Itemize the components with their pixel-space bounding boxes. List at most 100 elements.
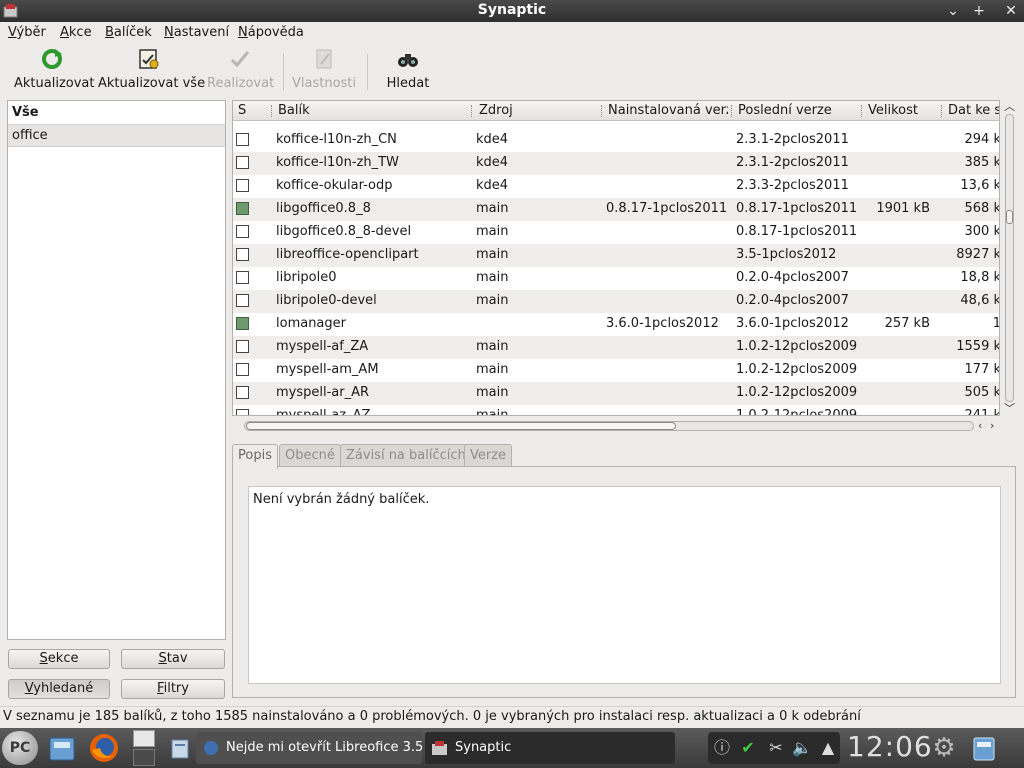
package-status-checkbox[interactable]	[236, 271, 249, 284]
maximize-button[interactable]: +	[968, 1, 990, 21]
table-row[interactable]: libreoffice-openclipart main 3.5-1pclos201…	[233, 244, 999, 267]
filters-button[interactable]: Filtry	[121, 679, 225, 699]
column-package[interactable]: Balík	[278, 103, 468, 118]
package-status-checkbox[interactable]	[236, 179, 249, 192]
info-icon[interactable]: ⓘ	[712, 738, 732, 758]
firefox-icon[interactable]	[88, 732, 120, 764]
column-installed-version[interactable]: Nainstalovaná verze	[608, 103, 728, 118]
package-status-checkbox[interactable]	[236, 409, 249, 415]
package-status-checkbox[interactable]	[236, 294, 249, 307]
table-row[interactable]: myspell-az_AZ main 1.0.2-12pclos2009 241 k	[233, 405, 1000, 416]
sections-button[interactable]: Sekce	[8, 649, 110, 669]
package-source: kde4	[476, 155, 509, 170]
scroll-right-icon[interactable]: ›	[990, 419, 994, 432]
package-status-checkbox[interactable]	[236, 363, 249, 376]
package-download-size: 13,6 k	[960, 178, 1000, 193]
package-download-size: 241 k	[964, 408, 1000, 416]
scissors-icon[interactable]: ✂	[766, 738, 786, 758]
section-item-office[interactable]: office	[8, 125, 225, 147]
minimize-button[interactable]: ⌄	[942, 1, 964, 21]
column-size[interactable]: Velikost	[868, 103, 938, 118]
apply-button[interactable]: Realizovat	[207, 48, 274, 94]
package-status-checkbox[interactable]	[236, 225, 249, 238]
table-row[interactable]: myspell-af_ZA main 1.0.2-12pclos2009 1559 k	[233, 336, 999, 359]
settings-gear-icon[interactable]: ⚙	[930, 734, 958, 762]
column-latest-version[interactable]: Poslední verze	[738, 103, 860, 118]
package-name: libreoffice-openclipart	[276, 247, 419, 262]
column-download-size[interactable]: Dat ke s	[948, 103, 999, 118]
column-separator	[731, 105, 732, 117]
column-source[interactable]: Zdroj	[479, 103, 599, 118]
table-row[interactable]: myspell-am_AM main 1.0.2-12pclos2009 177 k	[233, 359, 1000, 382]
table-row[interactable]: koffice-l10n-zh_CN kde4 2.3.1-2pclos2011 29…	[233, 129, 999, 152]
menu-napoveda[interactable]: Nápověda	[238, 25, 304, 40]
column-separator	[601, 105, 602, 117]
vertical-scrollbar[interactable]: ︿ ﹀	[1002, 100, 1016, 416]
tab-dependencies[interactable]: Závisí na balíčcích	[340, 444, 472, 468]
search-button[interactable]: Hledat	[384, 48, 432, 94]
package-name: koffice-l10n-zh_CN	[276, 132, 397, 147]
package-rows: koffice-l10n-zh_CN kde4 2.3.1-2pclos2011 29…	[233, 129, 1000, 416]
expand-tray-icon[interactable]: ▲	[818, 738, 838, 758]
package-latest-version: 0.8.17-1pclos2011	[736, 201, 858, 216]
package-status-checkbox[interactable]	[236, 156, 249, 169]
binoculars-icon	[398, 54, 418, 67]
package-status-checkbox[interactable]	[236, 386, 249, 399]
table-row[interactable]: koffice-l10n-zh_TW kde4 2.3.1-2pclos2011 38…	[233, 152, 999, 175]
package-download-size: 177 k	[964, 362, 1000, 377]
package-name: lomanager	[276, 316, 346, 331]
menu-nastaveni[interactable]: Nastavení	[164, 25, 229, 40]
package-status-checkbox[interactable]	[236, 317, 249, 330]
desktop-pager-2[interactable]	[133, 749, 155, 766]
synaptic-task-icon	[432, 741, 447, 755]
section-list-header[interactable]: Vše	[8, 101, 225, 125]
file-manager-icon[interactable]	[46, 732, 78, 764]
menu-vyber[interactable]: Výběr	[8, 25, 46, 40]
column-status[interactable]: S	[238, 103, 246, 118]
status-button[interactable]: Stav	[121, 649, 225, 669]
search-results-button[interactable]: Vyhledané	[8, 679, 110, 699]
table-row[interactable]: libgoffice0.8_8-devel main 0.8.17-1pclos20…	[233, 221, 999, 244]
scroll-down-icon[interactable]: ﹀	[1004, 400, 1015, 416]
tab-versions[interactable]: Verze	[464, 444, 513, 468]
close-button[interactable]: ✕	[1000, 1, 1022, 21]
task-browser[interactable]: Nejde mi otevřít Libreofice 3.5 -	[196, 732, 422, 764]
refresh-button[interactable]: Aktualizovat	[14, 48, 94, 94]
mark-all-upgrades-button[interactable]: Aktualizovat vše	[98, 48, 205, 94]
package-latest-version: 2.3.3-2pclos2011	[736, 178, 849, 193]
properties-button[interactable]: Vlastnosti	[292, 48, 356, 94]
package-status-checkbox[interactable]	[236, 248, 249, 261]
table-row[interactable]: koffice-okular-odp kde4 2.3.3-2pclos2011 13…	[233, 175, 1000, 198]
clipboard-icon[interactable]	[164, 732, 196, 764]
task-label: Nejde mi otevřít Libreofice 3.5 -	[226, 740, 422, 755]
package-latest-version: 3.6.0-1pclos2012	[736, 316, 849, 331]
menu-akce[interactable]: Akce	[60, 25, 92, 40]
show-desktop-icon[interactable]	[968, 732, 1000, 764]
table-row[interactable]: libripole0 main 0.2.0-4pclos2007 18,8 k	[233, 267, 999, 290]
scroll-thumb[interactable]	[1006, 210, 1013, 224]
package-download-size: 505 k	[964, 385, 1000, 400]
menu-balicek[interactable]: Balíček	[105, 25, 152, 40]
table-row[interactable]: myspell-ar_AR main 1.0.2-12pclos2009 505 k	[233, 382, 1000, 405]
tab-general[interactable]: Obecné	[279, 444, 341, 468]
section-list: Vše office	[7, 100, 226, 640]
check-icon	[230, 51, 250, 68]
package-status-checkbox[interactable]	[236, 133, 249, 146]
scroll-left-icon[interactable]: ‹	[978, 419, 982, 432]
desktop-pager-1[interactable]	[133, 730, 155, 747]
package-status-checkbox[interactable]	[236, 340, 249, 353]
package-latest-version: 0.2.0-4pclos2007	[736, 293, 849, 308]
start-menu-button[interactable]: PC	[2, 731, 38, 765]
horizontal-scrollbar[interactable]: ‹ ›	[232, 419, 1000, 433]
update-ok-icon[interactable]: ✔	[738, 738, 758, 758]
package-status-checkbox[interactable]	[236, 202, 249, 215]
volume-icon[interactable]: 🔈	[792, 738, 812, 758]
table-row[interactable]: libgoffice0.8_8 main 0.8.17-1pclos2011 0.8.…	[233, 198, 999, 221]
scroll-thumb[interactable]	[246, 422, 676, 430]
table-row[interactable]: lomanager 3.6.0-1pclos2012 3.6.0-1pclos201…	[233, 313, 999, 336]
tab-description[interactable]: Popis	[232, 444, 278, 469]
table-row[interactable]: libripole0-devel main 0.2.0-4pclos2007 48,6…	[233, 290, 999, 313]
task-synaptic[interactable]: Synaptic	[425, 732, 675, 764]
scroll-up-icon[interactable]: ︿	[1004, 98, 1015, 114]
refresh-icon	[42, 49, 62, 69]
